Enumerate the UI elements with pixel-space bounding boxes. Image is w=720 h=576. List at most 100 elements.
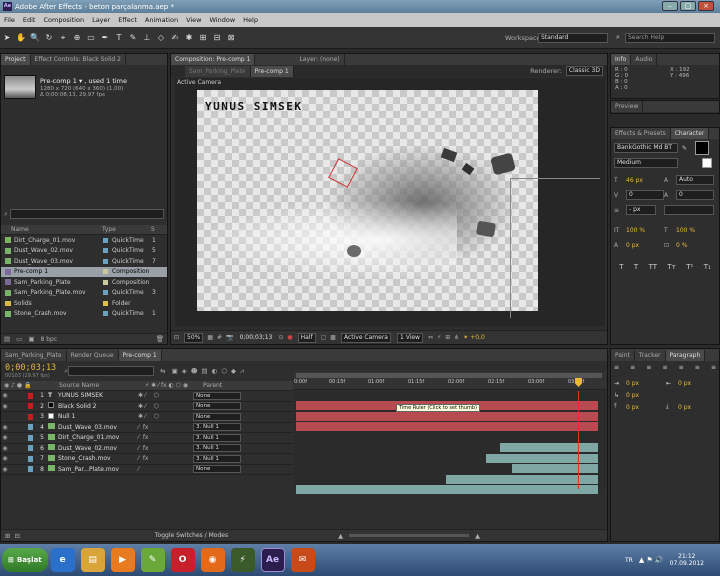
justify-center-icon[interactable]: ≡ — [679, 364, 684, 371]
timeline-current-time[interactable]: 0;00;03;13 — [5, 363, 56, 373]
rectangle-tool-icon[interactable]: ▭ — [86, 33, 96, 43]
camera-view-select[interactable]: Active Camera — [340, 332, 391, 343]
menu-file[interactable]: File — [4, 16, 15, 24]
maximize-button[interactable]: □ — [680, 1, 696, 11]
workspace-select[interactable]: Standard — [538, 32, 608, 43]
label-swatch[interactable] — [28, 392, 33, 399]
tab-project[interactable]: Project — [1, 54, 31, 65]
label-swatch[interactable] — [28, 445, 33, 452]
menu-effect[interactable]: Effect — [118, 16, 137, 24]
pan-behind-tool-icon[interactable]: ⊕ — [72, 33, 82, 43]
align-right-icon[interactable]: ≡ — [646, 364, 651, 371]
indent-left-value[interactable]: 0 px — [626, 380, 666, 387]
file-explorer-icon[interactable]: ▤ — [80, 548, 105, 572]
eye-icon[interactable]: ◉ — [1, 424, 9, 431]
region-of-interest-icon[interactable]: ▢ — [321, 334, 327, 341]
eraser-tool-icon[interactable]: ◇ — [156, 33, 166, 43]
align-center-icon[interactable]: ≡ — [630, 364, 635, 371]
project-item[interactable]: Sam_Parking_Plate.mov QuickTime 3 — [1, 288, 167, 299]
new-comp-icon[interactable]: ▣ — [28, 335, 34, 343]
office-icon[interactable]: ✉ — [290, 548, 315, 572]
language-indicator[interactable]: TR — [625, 557, 633, 564]
project-item[interactable]: Sam_Parking_Plate Composition — [1, 277, 167, 288]
layer-duration-bar[interactable] — [512, 464, 598, 473]
subtab-pre-comp[interactable]: Pre-comp 1 — [250, 65, 294, 77]
align-left-icon[interactable]: ≡ — [614, 364, 619, 371]
trash-icon[interactable]: 🗑 — [156, 335, 164, 343]
shy-icon[interactable]: ☻ — [191, 367, 198, 375]
roto-brush-icon[interactable]: ✍ — [170, 33, 180, 43]
grid-icon[interactable]: # — [217, 334, 222, 341]
puppet-tool-icon[interactable]: ✱ — [184, 33, 194, 43]
menu-edit[interactable]: Edit — [23, 16, 36, 24]
winamp-icon[interactable]: ⚡ — [230, 548, 255, 572]
zoom-out-icon[interactable]: ▲ — [338, 532, 343, 540]
justify-left-icon[interactable]: ≡ — [662, 364, 667, 371]
parent-select[interactable]: 3. Null 1 — [193, 454, 241, 463]
zoom-tool-icon[interactable]: 🔍 — [30, 33, 40, 43]
eye-icon[interactable]: ◉ — [1, 455, 9, 462]
frame-blending-icon[interactable]: ▤ — [202, 367, 208, 375]
parent-select[interactable]: 3. Null 1 — [193, 423, 241, 432]
parent-select[interactable]: None — [193, 465, 241, 474]
layer-switches[interactable]: ✱ ⁄ ⬡ — [138, 392, 193, 399]
font-family-select[interactable]: BankGothic Md BT — [614, 143, 678, 153]
layer-row[interactable]: ◉ 7 Stone_Crash.mov ⁄ fx 3. Null 1 — [1, 454, 293, 465]
type-tool-icon[interactable]: T — [114, 33, 124, 43]
exposure-value[interactable]: +0,0 — [470, 334, 485, 341]
layer-row[interactable]: ◉ 4 Dust_Wave_03.mov ⁄ fx 3. Null 1 — [1, 423, 293, 433]
local-axis-icon[interactable]: ⊞ — [198, 33, 208, 43]
column-source-name[interactable]: Source Name — [45, 382, 145, 389]
new-folder-icon[interactable]: ▭ — [16, 335, 22, 343]
menu-help[interactable]: Help — [243, 16, 258, 24]
indent-right-value[interactable]: 0 px — [678, 380, 691, 387]
layer-row[interactable]: 3 Null 1 ✱ ⁄ ⬡ None — [1, 412, 293, 423]
tray-icons[interactable]: ▲ ⚑ 🔊 — [639, 556, 664, 564]
layer-switches[interactable]: ⁄ fx — [138, 455, 193, 462]
layer-switches[interactable]: ✱ ⁄ ⬡ — [138, 413, 193, 420]
view-axis-icon[interactable]: ⊠ — [226, 33, 236, 43]
layer-row[interactable]: ◉ 6 Dust_Wave_02.mov ⁄ fx 3. Null 1 — [1, 444, 293, 454]
justify-all-icon[interactable]: ≡ — [711, 364, 716, 371]
layer-duration-bar[interactable] — [296, 422, 598, 431]
layer-duration-bar[interactable] — [446, 474, 598, 484]
renderer-select[interactable]: Classic 3D — [565, 66, 603, 76]
project-search-input[interactable] — [9, 209, 164, 219]
menu-view[interactable]: View — [186, 16, 201, 24]
close-button[interactable]: × — [698, 1, 714, 11]
parent-select[interactable]: None — [193, 412, 241, 421]
layer-duration-bar[interactable] — [296, 411, 598, 421]
layer-switches[interactable]: ⁄ fx — [138, 434, 193, 441]
timeline-search-input[interactable] — [68, 366, 155, 376]
graph-editor-icon[interactable]: ⩘ — [240, 367, 244, 376]
tab-layer[interactable]: Layer: (none) — [295, 54, 345, 65]
layer-duration-bar[interactable] — [296, 485, 598, 494]
parent-select[interactable]: None — [193, 402, 241, 411]
expand-modes-icon[interactable]: ⊟ — [14, 532, 19, 540]
track-area[interactable]: Time Ruler (Click to set thumb) — [294, 391, 606, 494]
menu-animation[interactable]: Animation — [145, 16, 178, 24]
justify-right-icon[interactable]: ≡ — [695, 364, 700, 371]
brush-tool-icon[interactable]: ✎ — [128, 33, 138, 43]
label-swatch[interactable] — [28, 466, 33, 473]
tab-paint[interactable]: Paint — [611, 349, 635, 361]
auto-keyframe-icon[interactable]: ◆ — [231, 367, 236, 375]
snapshot-icon[interactable]: ⊙ — [278, 334, 283, 341]
layer-row[interactable]: ◉ 2 Black Solid 2 ✱ ⁄ ⬡ None — [1, 402, 293, 412]
eye-icon[interactable]: ◉ — [1, 403, 9, 410]
faux-italic-button[interactable]: T — [634, 263, 638, 271]
bpc-button[interactable]: 8 bpc — [40, 336, 57, 343]
paint-icon[interactable]: ✎ — [140, 548, 165, 572]
clone-tool-icon[interactable]: ⊥ — [142, 33, 152, 43]
current-time-indicator[interactable] — [575, 378, 582, 387]
layer-row[interactable]: ◉ 5 Dirt_Charge_01.mov ⁄ fx 3. Null 1 — [1, 433, 293, 444]
column-name[interactable]: Name — [1, 226, 102, 233]
expand-layer-switches-icon[interactable]: ⊞ — [5, 532, 10, 540]
comp-mini-flowchart-icon[interactable]: ⇆ — [160, 367, 165, 375]
eye-icon[interactable]: ◉ — [1, 466, 9, 473]
subscript-button[interactable]: T₁ — [704, 263, 711, 271]
search-help-input[interactable]: Search Help — [625, 32, 715, 43]
font-style-select[interactable]: Medium — [614, 158, 678, 168]
stroke-color-swatch[interactable] — [702, 158, 712, 168]
view-layout-select[interactable]: 1 View — [396, 332, 423, 343]
